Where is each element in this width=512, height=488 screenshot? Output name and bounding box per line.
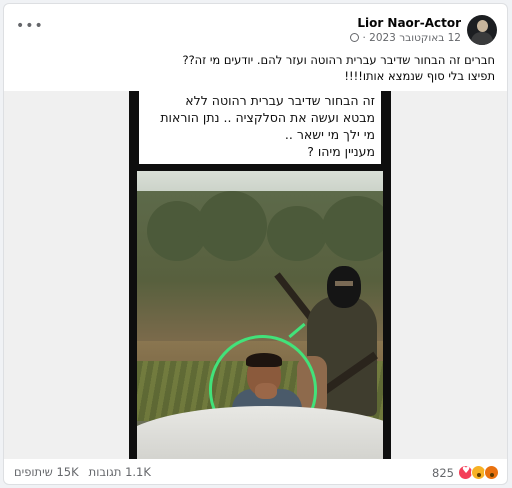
post-media[interactable]: זה הבחור שדיבר עברית רהוטה ללא מבטא ועשה…	[4, 91, 507, 459]
post-footer: 1.1K תגובות 15K שיתופים 825	[4, 460, 507, 484]
reactions-count: 825	[432, 465, 454, 480]
author-name[interactable]: Lior Naor-Actor	[347, 16, 461, 30]
caption-line: מבטא ועשה את הסלקציה .. נתן הוראות	[160, 110, 375, 125]
author-avatar[interactable]	[467, 15, 497, 45]
reactions-summary[interactable]: 825	[432, 465, 499, 480]
post-meta: 12 באוקטובר 2023 ·	[347, 32, 461, 44]
comments-count[interactable]: 1.1K תגובות	[89, 465, 151, 479]
post-text-line: תפיצו בלי סוף שנמצא אותו!!!!	[344, 69, 495, 83]
post-header: Lior Naor-Actor 12 באוקטובר 2023 ·	[347, 16, 461, 44]
meta-separator: ·	[359, 32, 366, 44]
masked-fighter-head	[327, 266, 361, 308]
avatar-head-shape	[477, 20, 488, 32]
caption-line: זה הבחור שדיבר עברית רהוטה ללא	[185, 93, 375, 108]
shares-count[interactable]: 15K שיתופים	[14, 465, 79, 479]
video-frame	[137, 171, 383, 459]
engagement-stats: 1.1K תגובות 15K שיתופים	[14, 465, 151, 479]
more-options-icon[interactable]: •••	[16, 18, 44, 34]
video-caption: זה הבחור שדיבר עברית רהוטה ללא מבטא ועשה…	[139, 91, 381, 164]
post-card: ••• Lior Naor-Actor 12 באוקטובר 2023 · ח…	[3, 3, 508, 485]
avatar-body-shape	[471, 32, 493, 45]
angry-icon	[484, 465, 499, 480]
globe-icon	[350, 33, 360, 42]
vehicle-roof	[137, 406, 383, 459]
caption-line: מעניין מיהו ?	[307, 144, 375, 159]
post-text: חברים זה הבחור שדיבר עברית רהוטה ועזר לה…	[55, 52, 495, 84]
tree	[322, 196, 383, 261]
tree	[267, 206, 327, 261]
video-screenshot: זה הבחור שדיבר עברית רהוטה ללא מבטא ועשה…	[129, 91, 391, 459]
post-text-line: חברים זה הבחור שדיבר עברית רהוטה ועזר לה…	[182, 53, 495, 67]
post-timestamp[interactable]: 12 באוקטובר 2023	[369, 32, 461, 44]
caption-line: מי ילך מי ישאר ..	[284, 127, 375, 142]
fighter-eye-slit	[335, 281, 353, 286]
tree	[197, 191, 267, 261]
